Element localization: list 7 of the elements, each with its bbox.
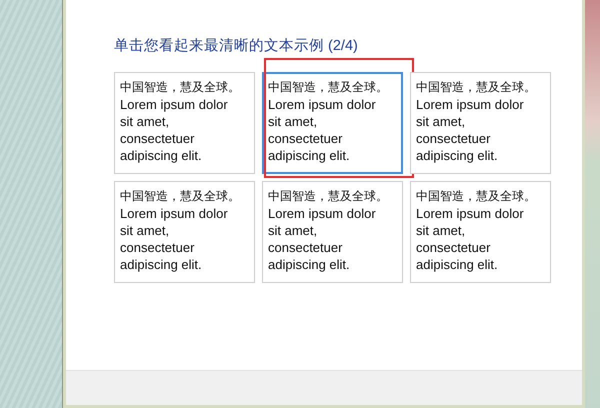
- page-heading: 单击您看起来最清晰的文本示例 (2/4): [114, 37, 359, 56]
- text-sample[interactable]: 中国智造，慧及全球。 Lorem ipsum dolor sit amet, consectetuer adipiscing elit.: [262, 181, 403, 283]
- text-sample[interactable]: 中国智造，慧及全球。 Lorem ipsum dolor sit amet, consectetuer adipiscing elit.: [410, 72, 551, 174]
- text-sample[interactable]: 中国智造，慧及全球。 Lorem ipsum dolor sit amet, consectetuer adipiscing elit.: [114, 181, 255, 283]
- text-sample[interactable]: 中国智造，慧及全球。 Lorem ipsum dolor sit amet, consectetuer adipiscing elit.: [114, 72, 255, 174]
- text-sample[interactable]: 中国智造，慧及全球。 Lorem ipsum dolor sit amet, consectetuer adipiscing elit.: [262, 72, 403, 174]
- text-sample[interactable]: 中国智造，慧及全球。 Lorem ipsum dolor sit amet, consectetuer adipiscing elit.: [410, 181, 551, 283]
